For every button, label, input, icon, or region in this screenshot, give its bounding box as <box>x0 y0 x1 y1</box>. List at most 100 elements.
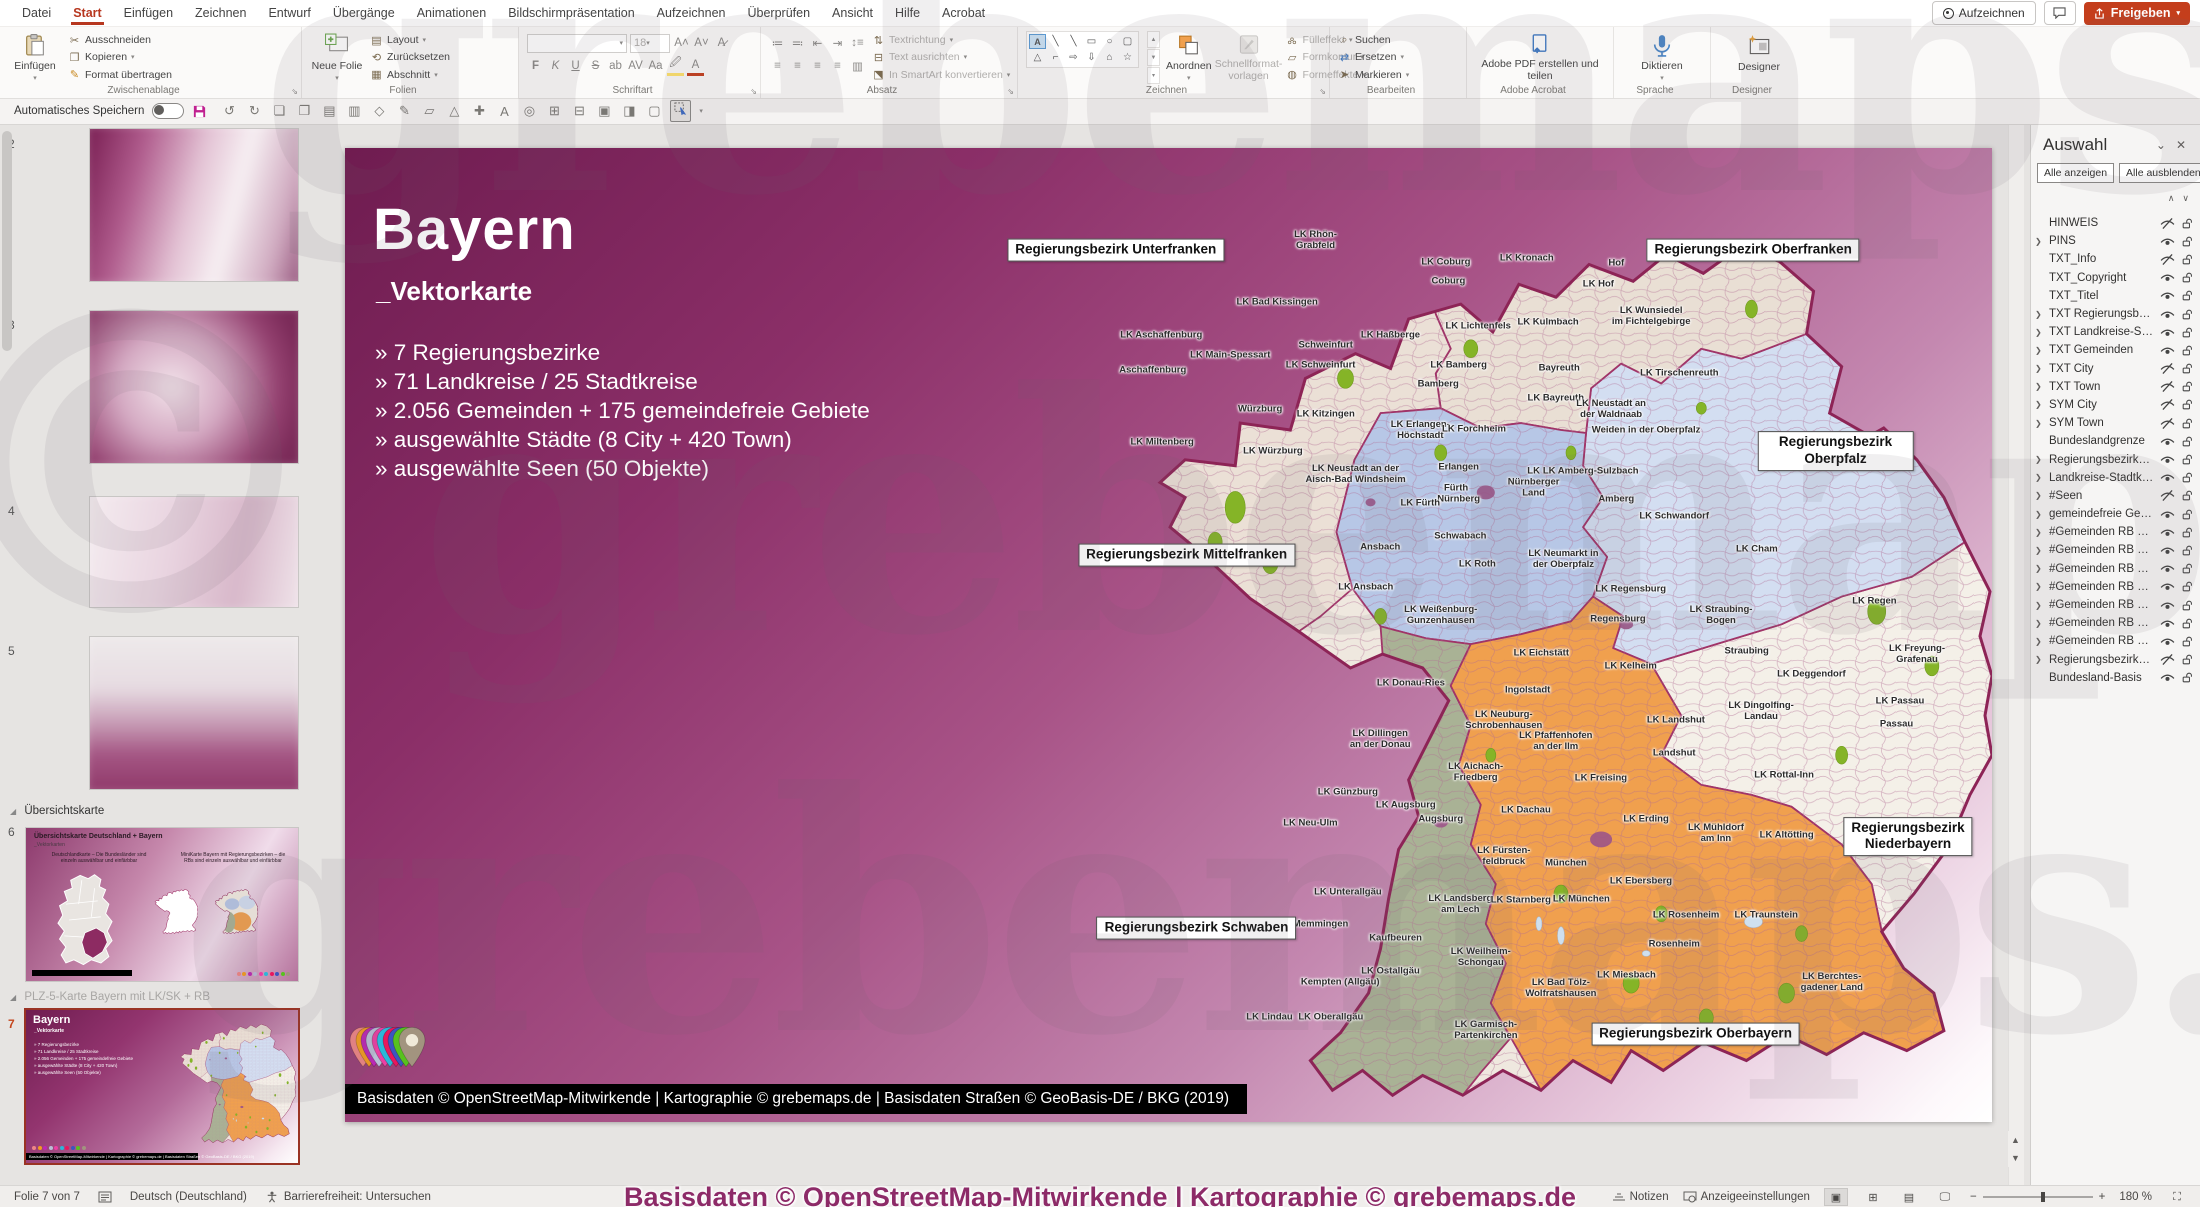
menu-item[interactable]: Acrobat <box>932 2 995 24</box>
menu-item[interactable]: Bildschirmpräsentation <box>498 2 644 24</box>
designer-button[interactable]: Designer <box>1732 31 1786 82</box>
selection-pane-toggle[interactable] <box>670 100 692 122</box>
visibility-eye-icon[interactable] <box>2160 509 2175 520</box>
dictate-button[interactable]: Diktieren ▾ <box>1635 31 1689 82</box>
clear-formatting-button[interactable]: A̷ <box>713 35 730 52</box>
slide-thumbnail-4[interactable] <box>90 497 298 607</box>
shape-gallery-item[interactable]: ▭ <box>1083 34 1100 49</box>
unlock-icon[interactable] <box>2180 563 2195 574</box>
expand-icon[interactable]: ❯ <box>2035 655 2045 664</box>
expand-icon[interactable]: ❯ <box>2035 455 2045 464</box>
close-icon[interactable]: ✕ <box>2171 138 2191 152</box>
layer-row[interactable]: ❯ #Seen <box>2031 487 2200 505</box>
layer-row[interactable]: ❯ PINS <box>2031 232 2200 250</box>
expand-icon[interactable]: ❯ <box>2035 237 2045 246</box>
align-text-button[interactable]: ⊟ Text ausrichten ▾ <box>872 50 1010 64</box>
qat-more-button[interactable]: ▾ <box>699 107 703 115</box>
increase-indent-button[interactable]: ⇥ <box>829 35 846 52</box>
qat-icon[interactable]: ✎ <box>396 103 412 119</box>
shape-gallery-item[interactable]: ⌂ <box>1101 50 1118 65</box>
layer-row[interactable]: ❯ TXT_Titel <box>2031 287 2200 305</box>
underline-button[interactable]: U <box>567 58 584 75</box>
shape-gallery-item[interactable]: ⌐ <box>1047 50 1064 65</box>
expand-icon[interactable]: ❯ <box>2035 564 2045 573</box>
expand-icon[interactable]: ❯ <box>2035 510 2045 519</box>
unlock-icon[interactable] <box>2180 654 2195 665</box>
unlock-icon[interactable] <box>2180 472 2195 483</box>
next-slide-button[interactable]: ▼ <box>2008 1149 2023 1167</box>
dialog-launcher-icon[interactable]: ⇘ <box>1319 87 1326 96</box>
unlock-icon[interactable] <box>2180 581 2195 592</box>
layer-row[interactable]: ❯ #Gemeinden RB Schwaben <box>2031 632 2200 650</box>
layer-row[interactable]: ❯ gemeindefreie Gebiete <box>2031 505 2200 523</box>
menu-item[interactable]: Entwurf <box>258 2 320 24</box>
gallery-more[interactable]: ▾ <box>1147 67 1160 84</box>
visibility-eye-icon[interactable] <box>2160 272 2175 283</box>
visibility-eye-icon[interactable] <box>2160 345 2175 356</box>
layer-row[interactable]: ❯ SYM City <box>2031 396 2200 414</box>
zoom-level[interactable]: 180 % <box>2119 1191 2152 1203</box>
menu-item[interactable]: Zeichnen <box>185 2 256 24</box>
align-center-button[interactable]: ≡ <box>789 58 806 75</box>
shape-gallery-item[interactable]: ⇩ <box>1083 50 1100 65</box>
expand-icon[interactable]: ❯ <box>2035 491 2045 500</box>
align-right-button[interactable]: ≡ <box>809 58 826 75</box>
slide-thumbnail-5[interactable] <box>90 637 298 789</box>
visibility-eye-icon[interactable] <box>2160 290 2175 301</box>
zoom-out-button[interactable]: − <box>1970 1191 1977 1203</box>
autosave-toggle[interactable] <box>152 103 185 119</box>
shape-gallery-item[interactable]: ☆ <box>1119 50 1136 65</box>
layer-row[interactable]: ❯ #Gemeinden RB Mittelfrank… <box>2031 596 2200 614</box>
notes-toggle[interactable]: Notizen <box>1612 1191 1669 1203</box>
gallery-scroll-up[interactable]: ▲ <box>1147 31 1160 48</box>
new-slide-button[interactable]: Neue Folie ▾ <box>310 31 364 82</box>
change-case-button[interactable]: Aa <box>647 58 664 75</box>
expand-icon[interactable]: ❯ <box>2035 582 2045 591</box>
region-label[interactable]: Regierungsbezirk Mittelfranken <box>1078 543 1296 567</box>
chevron-down-icon[interactable]: ⌄ <box>2151 138 2171 152</box>
scrollbar-thumb[interactable] <box>2 131 12 351</box>
slide-sorter-view-button[interactable]: ⊞ <box>1862 1189 1884 1205</box>
visibility-eye-icon[interactable] <box>2160 618 2175 629</box>
unlock-icon[interactable] <box>2180 381 2195 392</box>
menu-item[interactable]: Animationen <box>407 2 497 24</box>
region-label[interactable]: Regierungsbezirk Niederbayern <box>1843 816 1973 857</box>
justify-button[interactable]: ≡ <box>829 58 846 75</box>
expand-icon[interactable]: ❯ <box>2035 382 2045 391</box>
unlock-icon[interactable] <box>2180 272 2195 283</box>
strikethrough-button[interactable]: S <box>587 58 604 75</box>
expand-icon[interactable]: ❯ <box>2035 528 2045 537</box>
show-all-button[interactable]: Alle anzeigen <box>2037 163 2115 183</box>
menu-item[interactable]: Einfügen <box>114 2 183 24</box>
gallery-scroll-down[interactable]: ▼ <box>1147 49 1160 66</box>
format-painter-button[interactable]: ✎ Format übertragen <box>68 68 172 82</box>
expand-icon[interactable]: ❯ <box>2035 619 2045 628</box>
dialog-launcher-icon[interactable]: ⇘ <box>1007 87 1014 96</box>
menu-item[interactable]: Start <box>63 2 111 25</box>
numbering-button[interactable]: ≕ <box>789 35 806 52</box>
shape-gallery-item[interactable]: ╲ <box>1047 34 1064 49</box>
layer-row[interactable]: ❯ Bundeslandgrenze <box>2031 432 2200 450</box>
layer-row[interactable]: ❯ TXT City <box>2031 360 2200 378</box>
accessibility-checker[interactable]: Barrierefreiheit: Untersuchen <box>265 1191 431 1203</box>
record-button[interactable]: Aufzeichnen <box>1931 1 2036 25</box>
zoom-in-button[interactable]: + <box>2099 1191 2106 1203</box>
font-size-select[interactable]: 18 ▾ <box>630 33 670 53</box>
region-label[interactable]: Regierungsbezirk Oberpfalz <box>1757 431 1914 471</box>
unlock-icon[interactable] <box>2180 399 2195 410</box>
shape-gallery-item[interactable]: ╲ <box>1065 34 1082 49</box>
expand-icon[interactable]: ❯ <box>2035 400 2045 409</box>
visibility-eye-off-icon[interactable] <box>2160 254 2175 265</box>
qat-icon[interactable]: ◨ <box>621 103 637 119</box>
notes-icon[interactable] <box>98 1191 112 1203</box>
unlock-icon[interactable] <box>2180 454 2195 465</box>
menu-item[interactable]: Datei <box>12 2 61 24</box>
visibility-eye-icon[interactable] <box>2160 563 2175 574</box>
visibility-eye-icon[interactable] <box>2160 236 2175 247</box>
layer-row[interactable]: ❯ #Gemeinden RB Oberbayern <box>2031 523 2200 541</box>
menu-item[interactable]: Aufzeichnen <box>647 2 736 24</box>
region-label[interactable]: Regierungsbezirk Unterfranken <box>1007 238 1225 262</box>
unlock-icon[interactable] <box>2180 490 2195 501</box>
quick-styles-button[interactable]: Schnellformat-vorlagen <box>1215 31 1282 82</box>
visibility-eye-off-icon[interactable] <box>2160 418 2175 429</box>
